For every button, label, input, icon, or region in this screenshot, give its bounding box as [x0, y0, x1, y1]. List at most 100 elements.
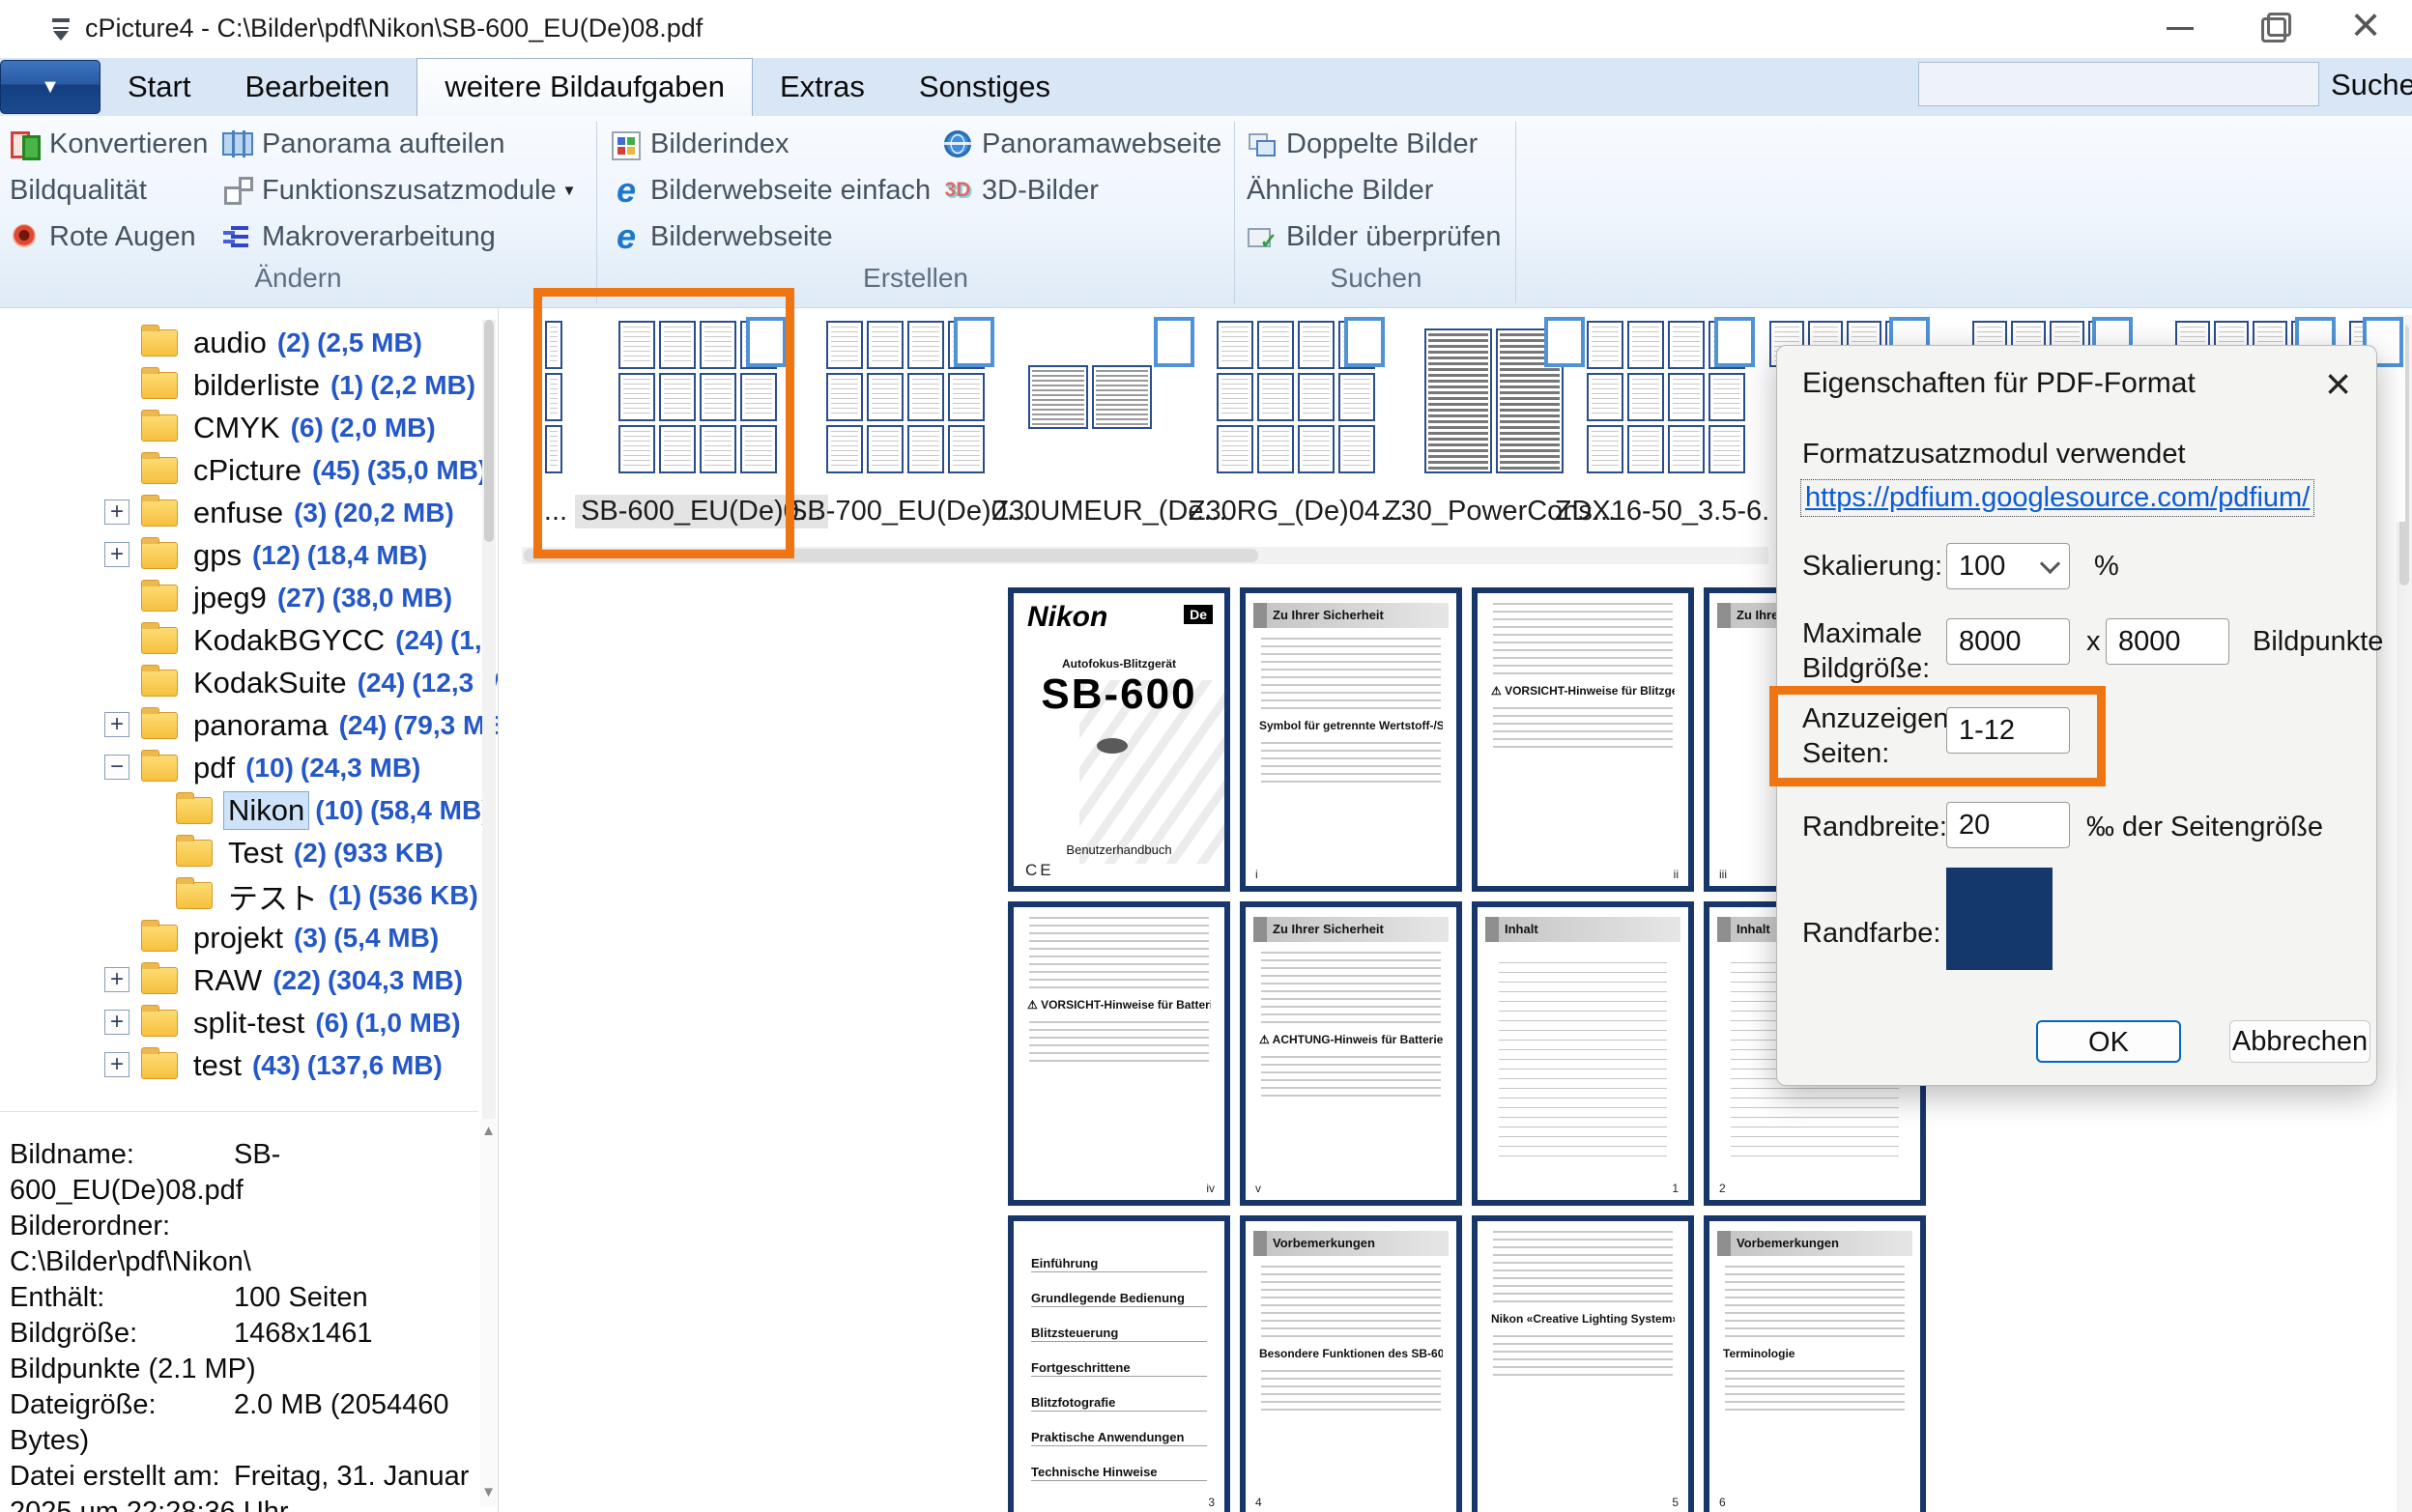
ribbon-item-aehnliche-bilder[interactable]: Ähnliche Bilder [1247, 170, 1433, 211]
folder-name[interactable]: RAW [189, 962, 266, 999]
tree-item[interactable]: jpeg9 (27) (38,0 MB) [0, 577, 483, 619]
tree-item[interactable]: + enfuse (3) (20,2 MB) [0, 492, 483, 534]
restore-icon[interactable] [2246, 4, 2300, 50]
folder-name[interactable]: audio [189, 325, 271, 361]
pdf-page[interactable]: Nikon «Creative Lighting System» 5 [1472, 1215, 1694, 1512]
close-icon[interactable] [2339, 4, 2393, 50]
border-color-swatch[interactable] [1946, 868, 2053, 970]
folder-name[interactable]: bilderliste [189, 367, 324, 404]
pdf-thumbnail[interactable]: SB-700_EU(De)0... [824, 319, 994, 528]
pdf-page[interactable]: Inhalt 1 [1472, 901, 1694, 1206]
ribbon-item-rote-augen[interactable]: Rote Augen [10, 216, 196, 257]
ribbon-item-bilder-ueberpruefen[interactable]: Bilder überprüfen [1247, 216, 1501, 257]
tree-item[interactable]: + test (43) (137,6 MB) [0, 1044, 483, 1087]
ribbon-item-konvertieren[interactable]: Konvertieren [10, 124, 208, 164]
pdf-thumbnail[interactable]: ZDX16-50_3.5-6... [1585, 319, 1755, 528]
search-input[interactable] [1918, 62, 2319, 106]
tree-item[interactable]: audio (2) (2,5 MB) [0, 322, 483, 364]
tree-item[interactable]: Test (2) (933 KB) [0, 832, 483, 874]
thumbnail-horizontal-scrollbar[interactable] [522, 547, 1768, 564]
max-width-field[interactable] [1946, 618, 2070, 665]
thumbnail-label[interactable]: ZDX16-50_3.5-6... [1549, 495, 1792, 528]
menu-tab[interactable]: weitere Bildaufgaben [416, 58, 753, 117]
pdf-page[interactable]: ⚠ VORSICHT-Hinweise für Batterien iv [1008, 901, 1230, 1206]
ribbon-item-bilderwebseite-einfach[interactable]: Bilderwebseite einfach [611, 170, 931, 211]
ribbon-item-bilderindex[interactable]: Bilderindex [611, 124, 789, 164]
folder-name[interactable]: jpeg9 [189, 580, 271, 616]
tree-item[interactable]: Nikon (10) (58,4 MB) [0, 789, 483, 832]
tree-item[interactable]: CMYK (6) (2,0 MB) [0, 407, 483, 449]
folder-name[interactable]: CMYK [189, 410, 284, 446]
thumbnail-label[interactable]: ... [538, 495, 573, 528]
ribbon-item-makroverarbeitung[interactable]: Makroverarbeitung [222, 216, 496, 257]
scaling-dropdown[interactable]: 100 [1946, 543, 2070, 589]
expander-icon[interactable]: + [104, 712, 129, 737]
tree-item[interactable]: + RAW (22) (304,3 MB) [0, 959, 483, 1002]
pdf-thumbnail[interactable]: Z30RG_(De)04.... [1215, 319, 1385, 528]
selection-checkbox[interactable] [1714, 317, 1755, 367]
folder-name[interactable]: gps [189, 537, 245, 574]
selection-checkbox[interactable] [1344, 317, 1385, 367]
pdf-thumbnail[interactable]: Z30UMEUR_(De... [1024, 319, 1194, 528]
ribbon-item-panorama-aufteilen[interactable]: Panorama aufteilen [222, 124, 505, 164]
folder-name[interactable]: Nikon [224, 792, 308, 829]
pdf-page[interactable]: Zu Ihrer Sicherheit ⚠ ACHTUNG-Hinweis fü… [1240, 901, 1462, 1206]
pdf-thumbnail[interactable]: ... [543, 319, 568, 528]
tree-item[interactable]: + panorama (24) (79,3 MB) [0, 704, 483, 747]
menu-tab[interactable]: Bearbeiten [217, 58, 416, 116]
ribbon-item-bildqualitaet[interactable]: Bildqualität [10, 170, 147, 211]
pdf-page[interactable]: Vorbemerkungen Besondere Funktionen des … [1240, 1215, 1462, 1512]
menu-tab[interactable]: Sonstiges [892, 58, 1077, 116]
tree-item[interactable]: テスト (1) (536 KB) [0, 874, 483, 917]
tree-item[interactable]: KodakSuite (24) (12,3 MB) [0, 662, 483, 704]
tree-item[interactable]: bilderliste (1) (2,2 MB) [0, 364, 483, 407]
menu-tab[interactable]: Start [100, 58, 217, 116]
menu-tab[interactable]: Extras [753, 58, 892, 116]
contact-sheet[interactable] [1215, 319, 1385, 483]
pages-to-show-field[interactable] [1946, 707, 2070, 754]
tree-item[interactable]: projekt (3) (5,4 MB) [0, 917, 483, 959]
expander-icon[interactable]: + [104, 499, 129, 525]
selection-checkbox[interactable] [1154, 317, 1194, 367]
tree-item[interactable]: cPicture (45) (35,0 MB) [0, 449, 483, 492]
folder-name[interactable]: KodakSuite [189, 665, 351, 701]
cancel-button[interactable]: Abbrechen [2229, 1020, 2370, 1063]
folder-name[interactable]: projekt [189, 920, 287, 956]
pdf-page[interactable]: Nikon De Autofokus-Blitzgerät SB-600 Ben… [1008, 587, 1230, 892]
folder-name[interactable]: Test [224, 835, 287, 871]
expander-icon[interactable]: + [104, 1052, 129, 1077]
scroll-down-icon[interactable]: ▼ [480, 1484, 497, 1500]
ok-button[interactable]: OK [2036, 1020, 2181, 1063]
search-label[interactable]: Suchen [2331, 68, 2412, 102]
app-menu-button[interactable]: ▼ [0, 60, 100, 114]
scroll-up-icon[interactable]: ▲ [480, 1123, 497, 1139]
expander-icon[interactable]: − [104, 755, 129, 780]
expander-icon[interactable]: + [104, 1010, 129, 1035]
pdf-thumbnail[interactable]: SB-600_EU(De)0... [617, 319, 787, 528]
scrollbar-thumb[interactable] [524, 549, 1258, 562]
folder-name[interactable]: split-test [189, 1005, 308, 1041]
properties-scrollbar[interactable]: ▲ ▼ [480, 1119, 497, 1507]
contact-sheet[interactable] [543, 319, 568, 483]
ribbon-item-bilderwebseite[interactable]: Bilderwebseite [611, 216, 833, 257]
tree-item[interactable]: + gps (12) (18,4 MB) [0, 534, 483, 577]
ribbon-item-3d-bilder[interactable]: 3D-Bilder [942, 170, 1099, 211]
folder-name[interactable]: pdf [189, 750, 239, 786]
border-width-field[interactable] [1946, 802, 2070, 848]
selection-checkbox[interactable] [954, 317, 994, 367]
tree-item[interactable]: − pdf (10) (24,3 MB) [0, 747, 483, 789]
max-height-field[interactable] [2106, 618, 2229, 665]
folder-name[interactable]: cPicture [189, 452, 305, 489]
ribbon-item-doppelte-bilder[interactable]: Doppelte Bilder [1247, 124, 1478, 164]
pdf-page[interactable]: Vorbemerkungen Terminologie 6 [1704, 1215, 1926, 1512]
folder-name[interactable]: enfuse [189, 495, 287, 531]
contact-sheet[interactable] [824, 319, 994, 483]
folder-name[interactable]: KodakBGYCC [189, 622, 388, 659]
scrollbar-thumb[interactable] [484, 320, 494, 542]
contact-sheet[interactable] [1415, 319, 1585, 483]
pdf-page[interactable]: ⚠ VORSICHT-Hinweise für Blitzgeräte ii [1472, 587, 1694, 892]
pdfium-link[interactable]: https://pdfium.googlesource.com/pdfium/ [1800, 479, 2314, 517]
folder-name[interactable]: panorama [189, 707, 332, 744]
selection-checkbox[interactable] [1544, 317, 1585, 367]
ribbon-item-funktionszusatzmodule[interactable]: Funktionszusatzmodule▼ [222, 170, 577, 211]
